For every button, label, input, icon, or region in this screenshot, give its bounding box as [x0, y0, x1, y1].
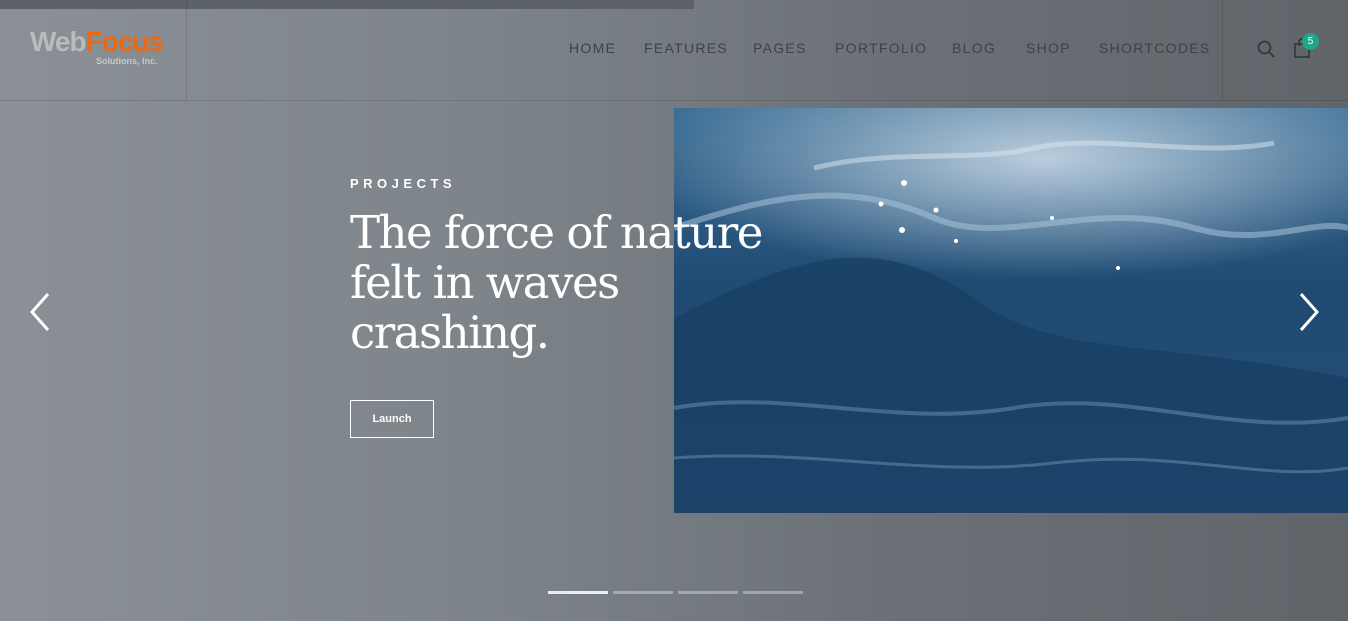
nav-item-features[interactable]: FEATURES [644, 40, 728, 56]
slide-eyebrow: PROJECTS [350, 176, 457, 191]
slider-dot-1[interactable] [548, 591, 608, 594]
site-logo[interactable]: WebFocus Solutions, Inc. [30, 26, 164, 66]
logo-word-2: Focus [85, 26, 164, 57]
header-actions: 5 [1222, 0, 1348, 100]
slide-headline: The force of nature felt in waves crashi… [350, 206, 763, 359]
nav-item-shop[interactable]: SHOP [1026, 40, 1071, 56]
slider-dot-3[interactable] [678, 591, 738, 594]
chevron-left-icon[interactable] [28, 292, 52, 332]
nav-item-pages[interactable]: PAGES [753, 40, 807, 56]
nav-item-blog[interactable]: BLOG [952, 40, 996, 56]
nav-item-shortcodes[interactable]: SHORTCODES [1099, 40, 1211, 56]
search-icon[interactable] [1257, 40, 1275, 58]
cart-count-badge: 5 [1302, 33, 1319, 50]
logo-tagline: Solutions, Inc. [96, 56, 158, 66]
slider-dot-4[interactable] [743, 591, 803, 594]
launch-button[interactable]: Launch [350, 400, 434, 438]
slide-image-ocean-wave [674, 108, 1348, 513]
chevron-right-icon[interactable] [1297, 292, 1321, 332]
slider-dot-2[interactable] [613, 591, 673, 594]
logo-word-1: Web [30, 26, 87, 57]
site-header: WebFocus Solutions, Inc. HOME FEATURES P… [0, 0, 1348, 101]
nav-item-home[interactable]: HOME [569, 40, 616, 56]
nav-item-portfolio[interactable]: PORTFOLIO [835, 40, 927, 56]
logo-area: WebFocus Solutions, Inc. [0, 0, 187, 100]
